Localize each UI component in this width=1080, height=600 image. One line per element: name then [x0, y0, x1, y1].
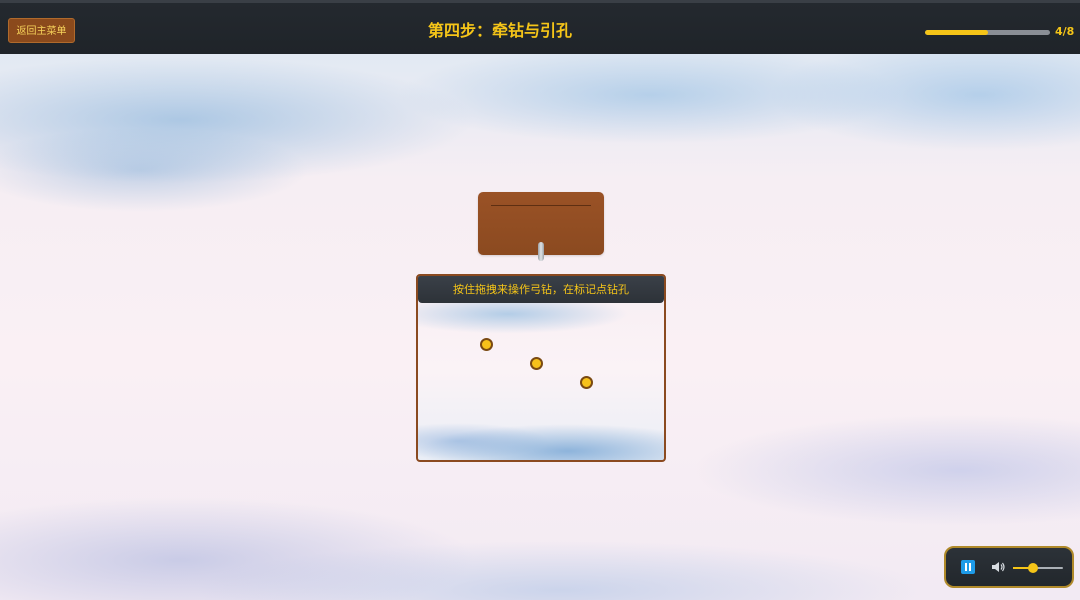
top-bar: 返回主菜单 第四步：牵钻与引孔 4/8	[0, 0, 1080, 54]
progress-bar	[925, 30, 1050, 35]
volume-slider-thumb[interactable]	[1028, 563, 1038, 573]
drill-marker-2[interactable]	[530, 357, 543, 370]
drilling-workspace[interactable]: 按住拖拽来操作弓钻，在标记点钻孔	[416, 274, 666, 462]
drill-marker-3[interactable]	[580, 376, 593, 389]
speaker-icon[interactable]	[990, 559, 1006, 575]
progress-counter: 4/8	[1055, 25, 1075, 38]
instruction-banner: 按住拖拽来操作弓钻，在标记点钻孔	[418, 276, 664, 303]
step-title: 第四步：牵钻与引孔	[427, 21, 572, 40]
progress-bar-fill	[925, 30, 988, 35]
wood-grain-line	[491, 205, 591, 206]
audio-controls	[944, 546, 1074, 588]
volume-slider[interactable]	[1013, 563, 1063, 573]
pause-icon[interactable]	[961, 560, 975, 574]
back-to-menu-button[interactable]: 返回主菜单	[8, 18, 75, 43]
bow-drill-bit[interactable]	[538, 242, 544, 261]
drill-marker-1[interactable]	[480, 338, 493, 351]
